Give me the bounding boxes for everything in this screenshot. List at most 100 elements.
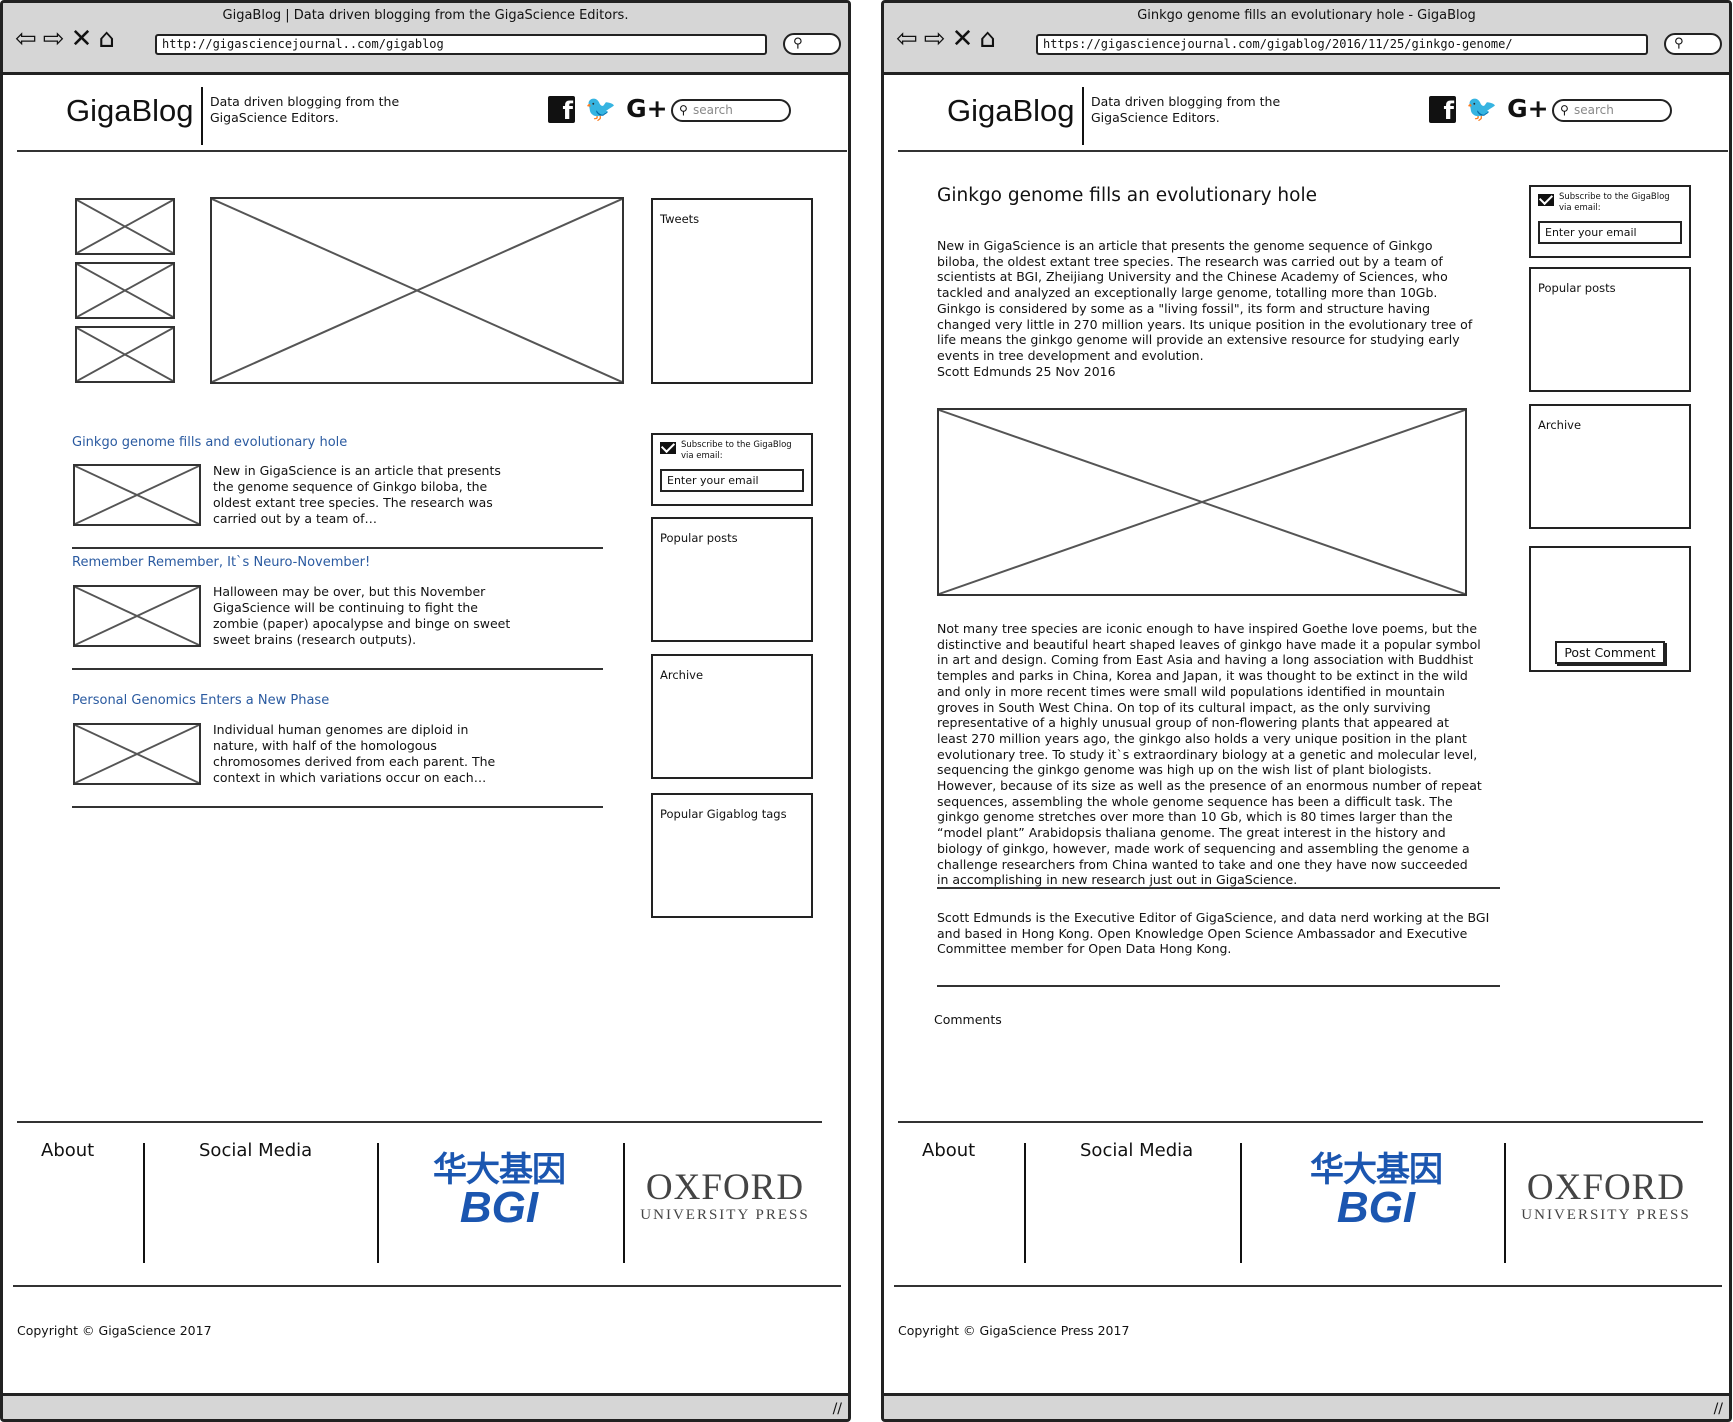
status-bar: // xyxy=(884,1393,1729,1419)
article-title: Ginkgo genome fills an evolutionary hole xyxy=(937,185,1317,206)
back-icon[interactable]: ⇦ xyxy=(15,25,37,53)
browser-search[interactable]: ⚲ xyxy=(1664,33,1722,55)
resize-grip-icon[interactable]: // xyxy=(833,1401,842,1417)
post-title-link[interactable]: Ginkgo genome fills and evolutionary hol… xyxy=(72,435,347,450)
footer-about[interactable]: About xyxy=(922,1140,975,1161)
search-placeholder: search xyxy=(693,103,733,117)
window-title: Ginkgo genome fills an evolutionary hole… xyxy=(1137,8,1476,23)
envelope-icon xyxy=(660,442,676,454)
oup-logo-line2: UNIVERSITY PRESS xyxy=(640,1207,810,1223)
footer-separator xyxy=(377,1143,379,1263)
carousel-thumb[interactable] xyxy=(75,326,175,383)
social-links: f 🐦 G+ xyxy=(1429,95,1549,125)
article-body: Not many tree species are iconic enough … xyxy=(937,621,1482,888)
footer-separator xyxy=(1024,1143,1026,1263)
search-placeholder: search xyxy=(1574,103,1614,117)
footer-divider xyxy=(898,1121,1703,1123)
archive-label: Archive xyxy=(660,668,704,682)
address-bar[interactable]: http://gigasciencejournal..com/gigablog xyxy=(155,34,767,55)
footer-separator xyxy=(1240,1143,1242,1263)
search-icon: ⚲ xyxy=(679,103,688,117)
search-icon: ⚲ xyxy=(1560,103,1569,117)
home-icon[interactable]: ⌂ xyxy=(979,25,996,53)
site-tagline: Data driven blogging from the GigaScienc… xyxy=(210,94,400,125)
popular-posts-widget: Popular posts xyxy=(651,517,813,642)
copyright-text: Copyright © GigaScience Press 2017 xyxy=(898,1323,1130,1338)
bgi-logo[interactable]: 华大基因 BGI xyxy=(1300,1151,1452,1230)
copyright-text: Copyright © GigaScience 2017 xyxy=(17,1323,212,1338)
bgi-logo[interactable]: 华大基因 BGI xyxy=(423,1151,575,1232)
oup-logo[interactable]: OXFORD UNIVERSITY PRESS xyxy=(1518,1169,1694,1224)
home-icon[interactable]: ⌂ xyxy=(98,25,115,53)
carousel-thumb[interactable] xyxy=(75,198,175,255)
footer-social-media[interactable]: Social Media xyxy=(199,1140,312,1161)
forward-icon[interactable]: ⇨ xyxy=(924,25,946,53)
post-divider xyxy=(72,668,603,670)
post-excerpt: Individual human genomes are diploid in … xyxy=(213,722,496,785)
browser-chrome: GigaBlog | Data driven blogging from the… xyxy=(3,3,848,75)
author-bio: Scott Edmunds is the Executive Editor of… xyxy=(937,910,1490,957)
footer-social-media[interactable]: Social Media xyxy=(1080,1140,1193,1161)
email-field[interactable]: Enter your email xyxy=(1538,221,1682,244)
carousel-thumb[interactable] xyxy=(75,262,175,319)
article-byline: Scott Edmunds 25 Nov 2016 xyxy=(937,364,1116,379)
search-input[interactable]: ⚲ search xyxy=(671,99,791,122)
facebook-icon[interactable]: f xyxy=(548,95,575,125)
footer-separator xyxy=(1504,1143,1506,1263)
magnifier-icon: ⚲ xyxy=(1674,36,1684,51)
post-comment-button[interactable]: Post Comment xyxy=(1555,641,1665,664)
article-intro: New in GigaScience is an article that pr… xyxy=(937,238,1473,363)
forward-icon[interactable]: ⇨ xyxy=(43,25,65,53)
site-logo[interactable]: GigaBlog xyxy=(947,93,1075,129)
email-field[interactable]: Enter your email xyxy=(660,469,804,492)
window-title: GigaBlog | Data driven blogging from the… xyxy=(222,8,629,23)
oup-logo[interactable]: OXFORD UNIVERSITY PRESS xyxy=(637,1169,813,1224)
google-plus-icon[interactable]: G+ xyxy=(1507,95,1548,123)
stop-icon[interactable]: ✕ xyxy=(71,25,93,53)
post-excerpt: New in GigaScience is an article that pr… xyxy=(213,463,501,526)
resize-grip-icon[interactable]: // xyxy=(1714,1401,1723,1417)
envelope-icon xyxy=(1538,194,1554,206)
oup-logo-line1: OXFORD xyxy=(645,1167,805,1208)
post-thumbnail[interactable] xyxy=(73,585,201,647)
popular-posts-label: Popular posts xyxy=(1538,281,1616,295)
comments-label: Comments xyxy=(934,1012,1002,1027)
archive-label: Archive xyxy=(1538,418,1582,432)
browser-window-home: GigaBlog | Data driven blogging from the… xyxy=(0,0,851,1422)
subscribe-text: Subscribe to the GigaBlog via email: xyxy=(1559,192,1670,213)
popular-posts-label: Popular posts xyxy=(660,531,738,545)
back-icon[interactable]: ⇦ xyxy=(896,25,918,53)
browser-chrome: Ginkgo genome fills an evolutionary hole… xyxy=(884,3,1729,75)
tags-widget: Popular Gigablog tags xyxy=(651,793,813,918)
browser-search[interactable]: ⚲ xyxy=(783,33,841,55)
tweets-widget: Tweets xyxy=(651,198,813,384)
copyright-divider xyxy=(13,1285,841,1287)
logo-divider xyxy=(1082,87,1084,145)
article-divider xyxy=(937,985,1500,987)
search-input[interactable]: ⚲ search xyxy=(1552,99,1672,122)
tweets-label: Tweets xyxy=(660,212,700,226)
stop-icon[interactable]: ✕ xyxy=(952,25,974,53)
subscribe-widget: Subscribe to the GigaBlog via email: Ent… xyxy=(1529,185,1691,258)
post-title-link[interactable]: Personal Genomics Enters a New Phase xyxy=(72,693,329,708)
site-logo[interactable]: GigaBlog xyxy=(66,93,194,129)
subscribe-widget: Subscribe to the GigaBlog via email: Ent… xyxy=(651,433,813,506)
twitter-icon[interactable]: 🐦 xyxy=(585,95,616,123)
google-plus-icon[interactable]: G+ xyxy=(626,95,667,123)
bgi-logo-en: BGI xyxy=(459,1183,539,1232)
carousel-main-image[interactable] xyxy=(210,197,624,384)
post-thumbnail[interactable] xyxy=(73,464,201,526)
nav-buttons: ⇦ ⇨ ✕ ⌂ xyxy=(15,25,115,53)
footer-divider xyxy=(17,1121,822,1123)
twitter-icon[interactable]: 🐦 xyxy=(1466,95,1497,123)
post-divider xyxy=(72,547,603,549)
post-title-link[interactable]: Remember Remember, It`s Neuro-November! xyxy=(72,555,370,570)
header-divider xyxy=(898,150,1728,152)
facebook-icon[interactable]: f xyxy=(1429,95,1456,125)
footer-separator xyxy=(623,1143,625,1263)
article-image xyxy=(937,408,1467,596)
footer-about[interactable]: About xyxy=(41,1140,94,1161)
tags-label: Popular Gigablog tags xyxy=(660,807,787,821)
address-bar[interactable]: https://gigasciencejournal.com/gigablog/… xyxy=(1036,34,1648,55)
post-thumbnail[interactable] xyxy=(73,723,201,785)
